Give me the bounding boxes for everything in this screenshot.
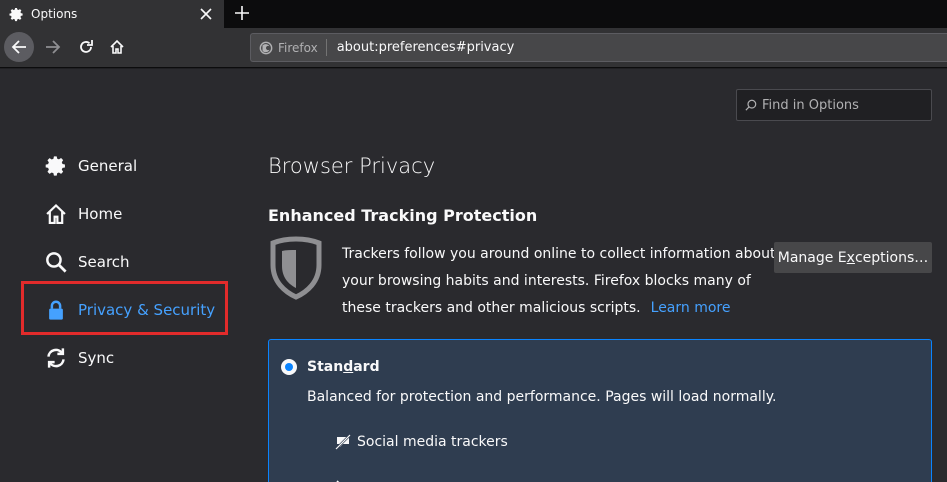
tracker-item: Social media trackers <box>335 434 508 450</box>
gear-icon <box>44 154 68 178</box>
standard-label: Standard <box>307 359 380 375</box>
navigation-toolbar: Firefox about:preferences#privacy <box>0 28 947 68</box>
etp-description: Trackers follow you around online to col… <box>342 241 782 322</box>
exceptions-label-post: ceptions… <box>854 249 929 266</box>
sidebar-item-general[interactable]: General <box>44 153 137 179</box>
url-text[interactable]: about:preferences#privacy <box>337 40 515 55</box>
shield-icon <box>268 236 332 304</box>
standard-label-pre: Stan <box>307 359 344 375</box>
standard-label-post: ard <box>353 359 380 375</box>
url-bar[interactable]: Firefox about:preferences#privacy <box>250 33 947 62</box>
forward-button[interactable] <box>38 32 68 62</box>
highlight-annotation <box>21 281 228 335</box>
standard-radio[interactable] <box>281 359 297 375</box>
radio-selected-dot <box>285 363 293 371</box>
sidebar-item-search[interactable]: Search <box>44 249 130 275</box>
identity-box[interactable]: Firefox <box>251 39 327 56</box>
arrow-right-icon <box>46 40 61 54</box>
social-tracker-icon <box>335 434 351 450</box>
tracker-label: Social media trackers <box>357 434 508 450</box>
sidebar-item-label: Search <box>78 253 130 271</box>
tracker-icon-partial <box>335 476 351 482</box>
standard-option-box[interactable]: Standard Balanced for protection and per… <box>268 339 932 482</box>
sidebar-item-home[interactable]: Home <box>44 201 122 227</box>
sync-icon <box>44 346 68 370</box>
learn-more-link[interactable]: Learn more <box>651 300 731 316</box>
find-in-options-input[interactable]: Find in Options <box>736 89 932 121</box>
tab-strip: Options <box>0 0 947 28</box>
back-button[interactable] <box>4 32 34 62</box>
reload-icon <box>80 40 93 53</box>
arrow-left-icon <box>11 40 26 54</box>
sidebar-item-label: General <box>78 157 138 175</box>
exceptions-label-pre: Manage E <box>777 249 847 266</box>
standard-description: Balanced for protection and performance.… <box>307 389 777 405</box>
reload-button[interactable] <box>71 32 101 62</box>
sidebar-item-sync[interactable]: Sync <box>44 345 114 371</box>
home-icon <box>44 202 68 226</box>
close-icon[interactable] <box>197 5 215 23</box>
new-tab-button[interactable] <box>231 2 253 24</box>
preferences-content: Find in Options General Home Search Priv… <box>0 69 947 482</box>
manage-exceptions-button[interactable]: Manage Ex ceptions… <box>774 242 932 273</box>
standard-label-accesskey: d <box>343 359 354 375</box>
search-icon <box>745 99 757 111</box>
firefox-icon <box>259 41 273 54</box>
search-icon <box>44 250 68 274</box>
tab-title: Options <box>31 7 78 21</box>
tab-options[interactable]: Options <box>0 0 224 28</box>
section-title: Enhanced Tracking Protection <box>268 206 538 225</box>
identity-label: Firefox <box>278 40 318 55</box>
find-placeholder: Find in Options <box>762 97 859 113</box>
sidebar-item-label: Home <box>78 205 123 223</box>
sidebar-item-label: Sync <box>78 349 115 367</box>
gear-icon <box>9 7 24 22</box>
page-title: Browser Privacy <box>268 154 436 178</box>
home-icon <box>110 39 124 54</box>
home-button[interactable] <box>102 32 132 62</box>
exceptions-label-accesskey: x <box>846 249 855 266</box>
